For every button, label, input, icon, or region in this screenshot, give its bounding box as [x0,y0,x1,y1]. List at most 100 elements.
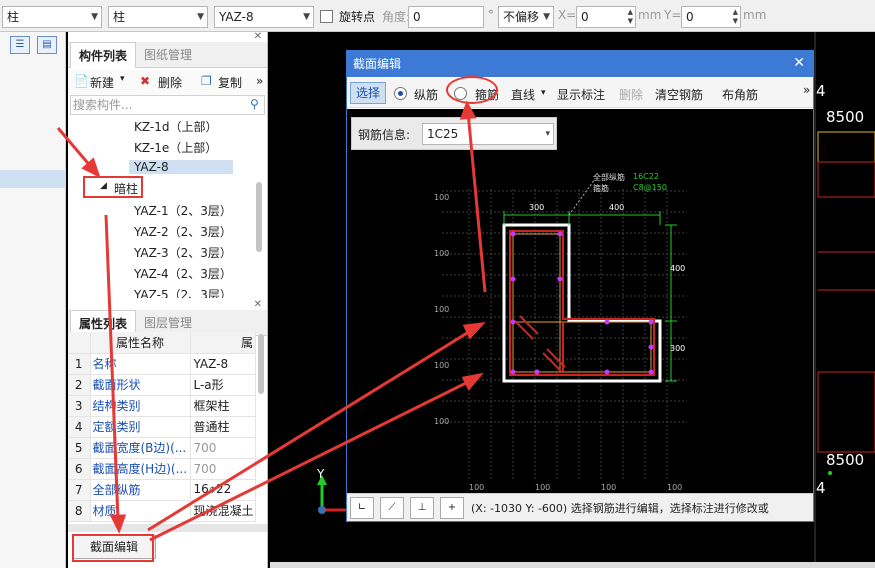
table-row[interactable]: 7 全部纵筋 16⌽22 [68,479,256,501]
chevron-down-icon: ▼ [91,12,98,22]
column-outline [817,131,875,163]
axis-label: 4 [816,82,826,100]
line-button[interactable]: 直线 [511,86,535,103]
close-icon[interactable]: ✕ [254,31,262,42]
snap-perp-icon[interactable]: ⊥ [410,497,434,519]
sub-select[interactable]: 柱 ▼ [108,6,208,28]
new-icon: 📄 [74,74,89,88]
tree-item[interactable]: YAZ-3（2、3层） [134,244,232,261]
y-input[interactable]: 0 ▲ ▼ [681,6,741,28]
table-row[interactable]: 8 材质 现浇混凝土 [68,500,256,522]
property-value[interactable]: 框架柱 [190,395,256,417]
tree-item[interactable]: KZ-1d（上部） [134,118,217,135]
copy-icon: ❐ [201,74,212,88]
search-icon[interactable]: ⚲ [250,97,259,111]
tree-scrollbar[interactable] [256,182,262,252]
select-button[interactable]: 选择 [350,82,386,104]
show-dim-button[interactable]: 显示标注 [557,86,605,103]
angle-value: 0 [413,10,421,24]
chevron-down-icon[interactable]: ▾ [120,74,125,84]
x-input[interactable]: 0 ▲ ▼ [576,6,636,28]
tab-drawing-manage[interactable]: 图纸管理 [136,42,200,68]
tree-item-selected[interactable]: YAZ-8 [129,160,233,174]
property-value[interactable]: 普通柱 [190,416,256,438]
hook-mark [514,320,534,340]
tree-item[interactable]: YAZ-4（2、3层） [134,265,232,282]
list-view-icon[interactable]: ☰ [10,36,30,54]
dialog-title: 截面编辑 [353,57,402,71]
y-unit: mm [743,8,767,22]
rotate-point-checkbox[interactable] [320,10,333,23]
rebar-info-select[interactable]: 1C25 ▾ [422,123,554,145]
grid-label: 100 [434,193,450,202]
axis-label: 4 [816,479,826,497]
dim-label: 300 [670,344,686,353]
property-value[interactable]: 700 [190,437,256,459]
rebar-info-value: 1C25 [427,127,459,141]
property-name: 定额类别 [90,416,191,438]
snap-corner-icon[interactable]: ∟ [350,497,374,519]
rebar-info-box: 钢筋信息: 1C25 ▾ [351,117,557,150]
property-value[interactable]: 16⌽22 [190,479,256,501]
close-icon[interactable]: ✕ [793,55,805,71]
component-tree: KZ-1d（上部） KZ-1e（上部） YAZ-8 ◢ 暗柱 YAZ-1（2、3… [68,118,267,298]
dimension-label: 8500 [826,108,865,126]
component-tabs: 构件列表 图纸管理 [68,42,267,68]
table-row[interactable]: 6 截面高度(H边)(... 700 [68,458,256,480]
new-button[interactable]: 新建 [90,74,114,91]
delete-button[interactable]: 删除 [619,86,643,103]
longitudinal-radio[interactable] [394,87,407,100]
row-number: 5 [68,437,91,459]
clear-rebar-button[interactable]: 清空钢筋 [655,86,703,103]
dialog-status-bar: ∟ ⟋ ⊥ + (X: -1030 Y: -600) 选择钢筋进行编辑，选择标注… [347,493,813,521]
tree-item[interactable]: KZ-1e（上部） [134,139,217,156]
table-row[interactable]: 1 名称 YAZ-8 [68,353,256,375]
chevron-down-icon: ▼ [543,12,550,22]
property-scrollbar[interactable] [258,334,264,394]
row-number: 8 [68,500,91,522]
tree-item[interactable]: YAZ-5（2、3层） [134,286,232,298]
grid-point [828,471,832,475]
section-canvas[interactable]: 全部纵筋 16C22 箍筋 C8@150 300 400 400 300 100… [347,109,813,493]
offset-select[interactable]: 不偏移 ▼ [498,6,554,28]
table-row[interactable]: 3 结构类别 框架柱 [68,395,256,417]
copy-button[interactable]: 复制 [218,74,242,91]
table-row[interactable]: 5 截面宽度(B边)(... 700 [68,437,256,459]
close-icon[interactable]: ✕ [254,299,262,310]
spinner-icon[interactable]: ▲ ▼ [628,8,633,26]
property-value[interactable]: YAZ-8 [190,353,256,375]
corner-rebar-button[interactable]: 布角筋 [722,86,758,103]
angle-input[interactable]: 0 [408,6,484,28]
all-long-label: 全部纵筋 [593,173,625,182]
property-value[interactable]: 700 [190,458,256,480]
property-name: 截面高度(H边)(... [90,458,191,480]
property-value[interactable]: L-a形 [190,374,256,396]
row-number: 1 [68,353,91,375]
table-row[interactable]: 4 定额类别 普通柱 [68,416,256,438]
tree-item[interactable]: YAZ-2（2、3层） [134,223,232,240]
nav-selected-row[interactable] [0,170,66,188]
tab-component-list[interactable]: 构件列表 [70,42,137,68]
component-search-input[interactable]: 搜索构件... [70,95,265,115]
table-row[interactable]: 2 截面形状 L-a形 [68,374,256,396]
tree-item[interactable]: YAZ-1（2、3层） [134,202,232,219]
more-button[interactable]: » [256,74,263,88]
rotate-point-label: 旋转点 [339,10,376,24]
snap-add-icon[interactable]: + [440,497,464,519]
table-view-icon[interactable]: ▤ [37,36,57,54]
h-scrollbar[interactable] [68,524,267,532]
snap-line-icon[interactable]: ⟋ [380,497,404,519]
delete-button[interactable]: 删除 [158,74,182,91]
spinner-icon[interactable]: ▲ ▼ [733,8,738,26]
y-axis-label: Y [317,467,325,481]
dimension-label: 8500 [826,451,865,469]
chevron-down-icon[interactable]: ▾ [541,88,546,98]
more-button[interactable]: » [803,83,810,97]
type-select[interactable]: 柱 ▼ [2,6,102,28]
component-select[interactable]: YAZ-8 ▼ [214,6,314,28]
column-section-outline [502,223,662,383]
longitudinal-label[interactable]: 纵筋 [414,86,438,103]
component-button-bar: 📄 新建 ▾ ✖ 删除 ❐ 复制 » [68,70,267,94]
property-table: 属性名称 属 1 名称 YAZ-8 2 截面形状 L-a形 3 结构类别 框架柱 4 定额类别… [68,332,256,522]
property-value[interactable]: 现浇混凝土 [190,500,256,522]
